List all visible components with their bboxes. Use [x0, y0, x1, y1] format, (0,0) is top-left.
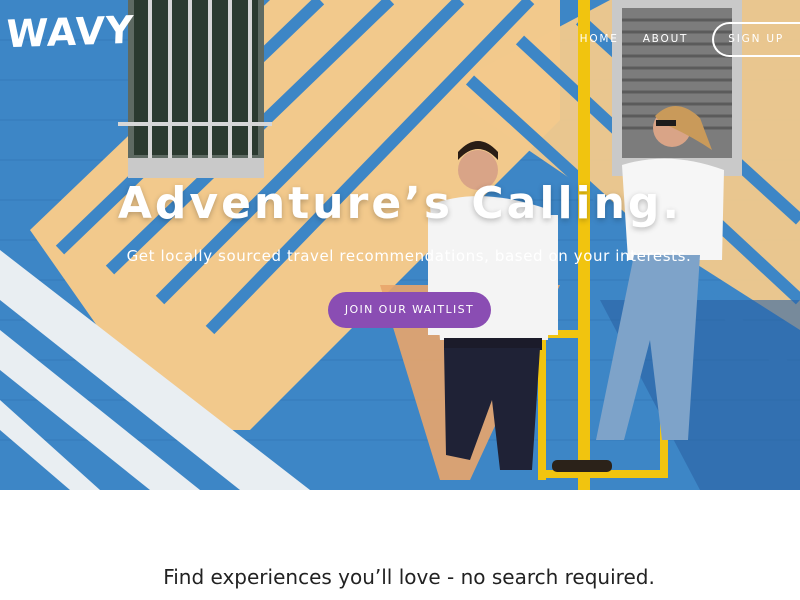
nav-link-home[interactable]: HOME — [580, 33, 619, 45]
hero-section: WAVY HOME ABOUT SIGN UP Adventure’s Call… — [0, 0, 800, 490]
nav-link-about[interactable]: ABOUT — [643, 33, 689, 45]
join-waitlist-button[interactable]: JOIN OUR WAITLIST — [328, 292, 491, 328]
sign-up-button[interactable]: SIGN UP — [712, 21, 800, 57]
hero-headline: Adventure’s Calling. — [117, 178, 683, 229]
hero-subheadline: Get locally sourced travel recommendatio… — [126, 247, 692, 265]
top-nav: HOME ABOUT SIGN UP — [580, 21, 800, 57]
section-tagline: Find experiences you’ll love - no search… — [163, 565, 655, 589]
hero-background-photo — [0, 0, 800, 490]
wavy-logo[interactable]: WAVY — [5, 8, 134, 57]
